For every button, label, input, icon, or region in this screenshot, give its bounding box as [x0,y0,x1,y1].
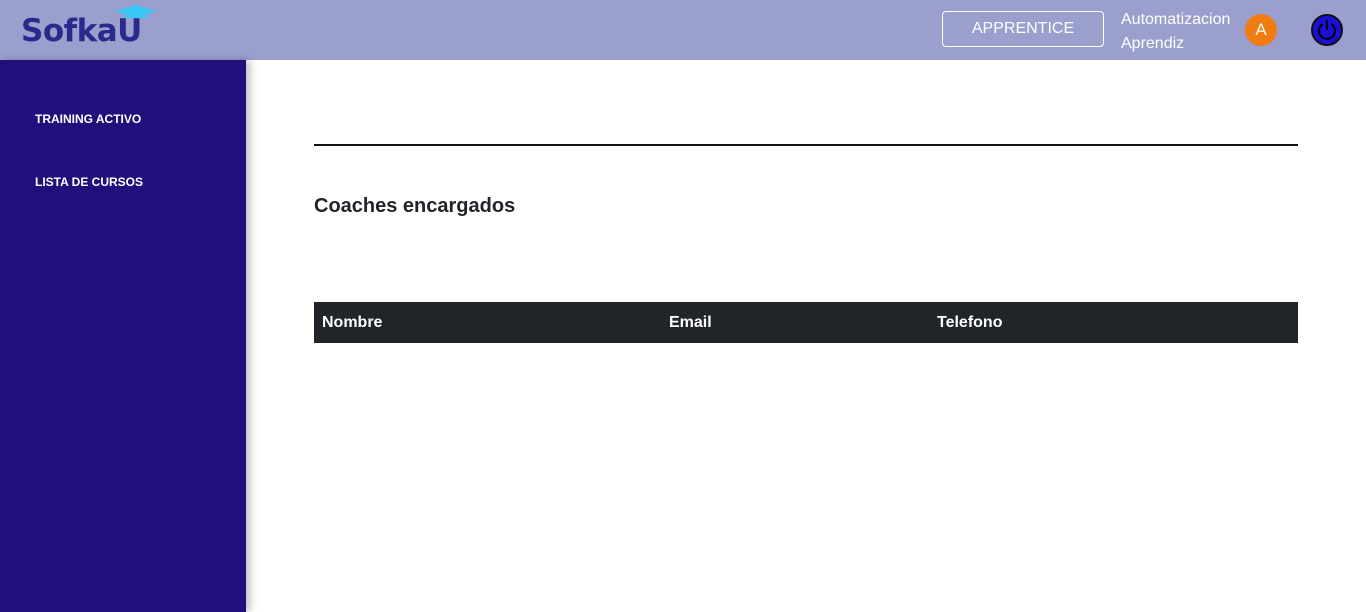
table-header-row: Nombre Email Telefono [314,302,1298,343]
sidebar-item-training-activo[interactable]: TRAINING ACTIVO [35,111,141,127]
graduation-cap-icon [115,5,157,18]
role-button[interactable]: APPRENTICE [942,11,1104,47]
avatar[interactable]: A [1245,14,1277,46]
divider [314,144,1298,146]
column-header-nombre: Nombre [322,314,383,331]
user-name-line1: Automatizacion [1121,11,1231,28]
top-bar: SofkaU APPRENTICE Automatizacion Aprendi… [0,0,1366,60]
user-name: Automatizacion Aprendiz [1121,8,1230,56]
power-icon[interactable] [1311,14,1343,46]
sidebar-item-lista-de-cursos[interactable]: LISTA DE CURSOS [35,174,143,190]
column-header-email: Email [669,314,712,331]
section-title: Coaches encargados [314,195,516,217]
sofkau-logo[interactable]: SofkaU [21,4,161,52]
sidebar: TRAINING ACTIVO LISTA DE CURSOS [0,60,246,612]
user-name-line2: Aprendiz [1121,35,1185,52]
column-header-telefono: Telefono [937,314,1003,331]
